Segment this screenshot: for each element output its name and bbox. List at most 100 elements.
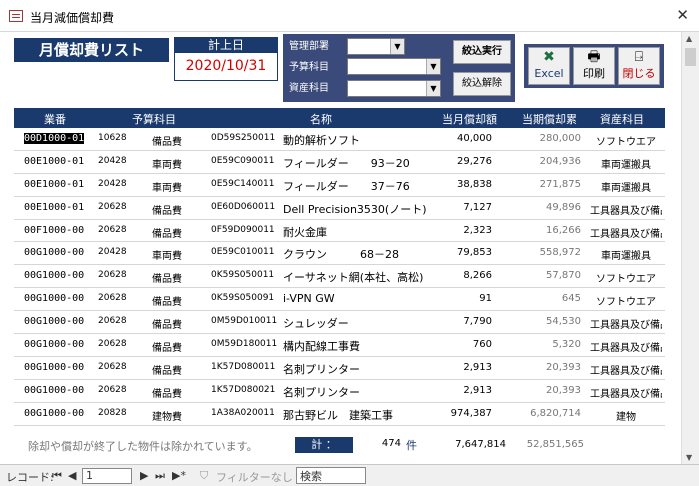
row-id[interactable]: 00G1000-00 <box>24 316 84 327</box>
row-budget[interactable]: 備品費 <box>152 270 182 285</box>
row-asset-no[interactable]: 0E59C010011 <box>211 247 275 257</box>
row-cumulative[interactable]: 6,820,714 <box>530 408 581 419</box>
table-row[interactable]: 00F1000-00 20628 備品費 0F59D090011 耐火金庫 2,323 16… <box>14 220 665 243</box>
print-button[interactable]: 🖶 印刷 <box>573 47 615 85</box>
table-row[interactable]: 00G1000-00 20628 備品費 0K59S050011 イーサネット網(本社、… <box>14 265 665 289</box>
row-monthly-dep[interactable]: 29,276 <box>457 156 492 167</box>
next-record-icon[interactable]: ▶ <box>140 469 148 482</box>
row-id[interactable]: 00G1000-00 <box>24 362 84 373</box>
row-name[interactable]: 耐火金庫 <box>283 224 327 240</box>
row-id[interactable]: 00G1000-00 <box>24 339 84 350</box>
row-id[interactable]: 00G1000-00 <box>24 270 84 281</box>
row-asset-category[interactable]: 車両運搬具 <box>590 179 662 194</box>
row-asset-category[interactable]: 工具器具及び備品 <box>590 362 662 377</box>
row-name[interactable]: イーサネット網(本社、高松) <box>283 269 423 285</box>
table-row[interactable]: 00G1000-00 20628 備品費 1K57D080021 名刺プリンター 2,91… <box>14 380 665 403</box>
row-id[interactable]: 00G1000-00 <box>24 408 84 419</box>
search-input[interactable]: 検索 <box>296 467 366 484</box>
row-cumulative[interactable]: 16,266 <box>546 225 581 236</box>
close-form-button[interactable]: ⍈ 閉じる <box>618 47 660 85</box>
row-budget[interactable]: 備品費 <box>152 133 182 148</box>
row-name[interactable]: 那古野ビル 建築工事 <box>283 407 393 423</box>
row-budget[interactable]: 備品費 <box>152 293 182 308</box>
row-cumulative[interactable]: 558,972 <box>540 247 581 258</box>
row-asset-category[interactable]: ソフトウエア <box>590 133 662 148</box>
row-asset-no[interactable]: 0K59S050091 <box>211 293 274 303</box>
row-asset-no[interactable]: 0K59S050011 <box>211 270 274 280</box>
row-code[interactable]: 20428 <box>98 179 127 189</box>
row-monthly-dep[interactable]: 2,323 <box>463 225 492 236</box>
table-row[interactable]: 00G1000-00 20628 備品費 1K57D080011 名刺プリンター 2,91… <box>14 357 665 380</box>
row-cumulative[interactable]: 54,530 <box>546 316 581 327</box>
row-asset-category[interactable]: 車両運搬具 <box>590 247 662 262</box>
row-cumulative[interactable]: 49,896 <box>546 202 581 213</box>
row-code[interactable]: 10628 <box>98 133 127 143</box>
row-budget[interactable]: 備品費 <box>152 225 182 240</box>
row-asset-category[interactable]: 車両運搬具 <box>590 156 662 171</box>
first-record-icon[interactable]: ⏮ <box>52 469 62 483</box>
row-monthly-dep[interactable]: 760 <box>473 339 492 350</box>
row-monthly-dep[interactable]: 91 <box>479 293 492 304</box>
last-record-icon[interactable]: ⏭ <box>155 469 165 483</box>
row-cumulative[interactable]: 271,875 <box>540 179 581 190</box>
row-budget[interactable]: 車両費 <box>152 156 182 171</box>
row-name[interactable]: クラウン 68－28 <box>283 246 399 262</box>
scroll-down-icon[interactable]: ▼ <box>686 453 692 462</box>
scrollbar-thumb[interactable] <box>685 48 696 66</box>
row-monthly-dep[interactable]: 79,853 <box>457 247 492 258</box>
close-window-icon[interactable]: ✕ <box>676 6 689 24</box>
previous-record-icon[interactable]: ◀ <box>68 469 76 482</box>
table-row[interactable]: 00E1000-01 20428 車両費 0E59C090011 フィールダー 93－2… <box>14 151 665 174</box>
row-asset-category[interactable]: 建物 <box>590 408 662 423</box>
row-asset-no[interactable]: 0E60D060011 <box>211 202 275 212</box>
row-id[interactable]: 00E1000-01 <box>24 156 84 167</box>
row-cumulative[interactable]: 20,393 <box>546 385 581 396</box>
row-budget[interactable]: 備品費 <box>152 339 182 354</box>
row-asset-category[interactable]: 工具器具及び備品 <box>590 225 662 240</box>
scroll-up-icon[interactable]: ▲ <box>686 34 692 43</box>
row-budget[interactable]: 備品費 <box>152 362 182 377</box>
row-id[interactable]: 00G1000-00 <box>24 247 84 258</box>
table-row[interactable]: 00G1000-00 20428 車両費 0E59C010011 クラウン 68－28 7… <box>14 242 665 266</box>
row-asset-category[interactable]: ソフトウエア <box>590 270 662 285</box>
row-code[interactable]: 20628 <box>98 293 127 303</box>
row-monthly-dep[interactable]: 38,838 <box>457 179 492 190</box>
apply-filter-button[interactable]: 絞込実行 <box>453 40 511 64</box>
row-asset-no[interactable]: 0E59C090011 <box>211 156 275 166</box>
row-asset-category[interactable]: 工具器具及び備品 <box>590 385 662 400</box>
excel-button[interactable]: ✖ Excel <box>528 47 570 85</box>
vertical-scrollbar[interactable]: ▲ ▼ <box>681 32 699 464</box>
table-row[interactable]: 00D1000-01 10628 備品費 0D59S250011 動的解析ソフト 40,0… <box>14 128 665 151</box>
row-asset-no[interactable]: 0F59D090011 <box>211 225 275 235</box>
clear-filter-button[interactable]: 絞込解除 <box>453 72 511 96</box>
row-asset-no[interactable]: 0M59D180011 <box>211 339 277 349</box>
chevron-down-icon[interactable]: ▼ <box>426 81 440 96</box>
posting-date-value[interactable]: 2020/10/31 <box>175 53 277 79</box>
row-name[interactable]: i-VPN GW <box>283 292 335 305</box>
row-id[interactable]: 00E1000-01 <box>24 179 84 190</box>
row-code[interactable]: 20628 <box>98 385 127 395</box>
row-asset-no[interactable]: 1K57D080021 <box>211 385 275 395</box>
row-asset-category[interactable]: 工具器具及び備品 <box>590 202 662 217</box>
row-monthly-dep[interactable]: 2,913 <box>463 385 492 396</box>
row-budget[interactable]: 備品費 <box>152 316 182 331</box>
current-record-input[interactable]: 1 <box>82 468 132 484</box>
table-row[interactable]: 00G1000-00 20828 建物費 1A38A020011 那古野ビル 建築工事 9… <box>14 403 665 426</box>
row-monthly-dep[interactable]: 974,387 <box>451 408 492 419</box>
row-code[interactable]: 20628 <box>98 362 127 372</box>
row-monthly-dep[interactable]: 8,266 <box>463 270 492 281</box>
row-code[interactable]: 20628 <box>98 316 127 326</box>
row-id[interactable]: 00G1000-00 <box>24 385 84 396</box>
row-asset-category[interactable]: ソフトウエア <box>590 293 662 308</box>
table-row[interactable]: 00G1000-00 20628 備品費 0M59D180011 構内配線工事費 760 5… <box>14 334 665 357</box>
row-code[interactable]: 20828 <box>98 408 127 418</box>
row-budget[interactable]: 備品費 <box>152 202 182 217</box>
row-name[interactable]: フィールダー 93－20 <box>283 155 410 171</box>
row-budget[interactable]: 備品費 <box>152 385 182 400</box>
row-budget[interactable]: 車両費 <box>152 179 182 194</box>
row-code[interactable]: 20628 <box>98 202 127 212</box>
row-cumulative[interactable]: 5,320 <box>552 339 581 350</box>
row-code[interactable]: 20428 <box>98 156 127 166</box>
row-id[interactable]: 00F1000-00 <box>24 225 84 236</box>
row-cumulative[interactable]: 645 <box>562 293 581 304</box>
